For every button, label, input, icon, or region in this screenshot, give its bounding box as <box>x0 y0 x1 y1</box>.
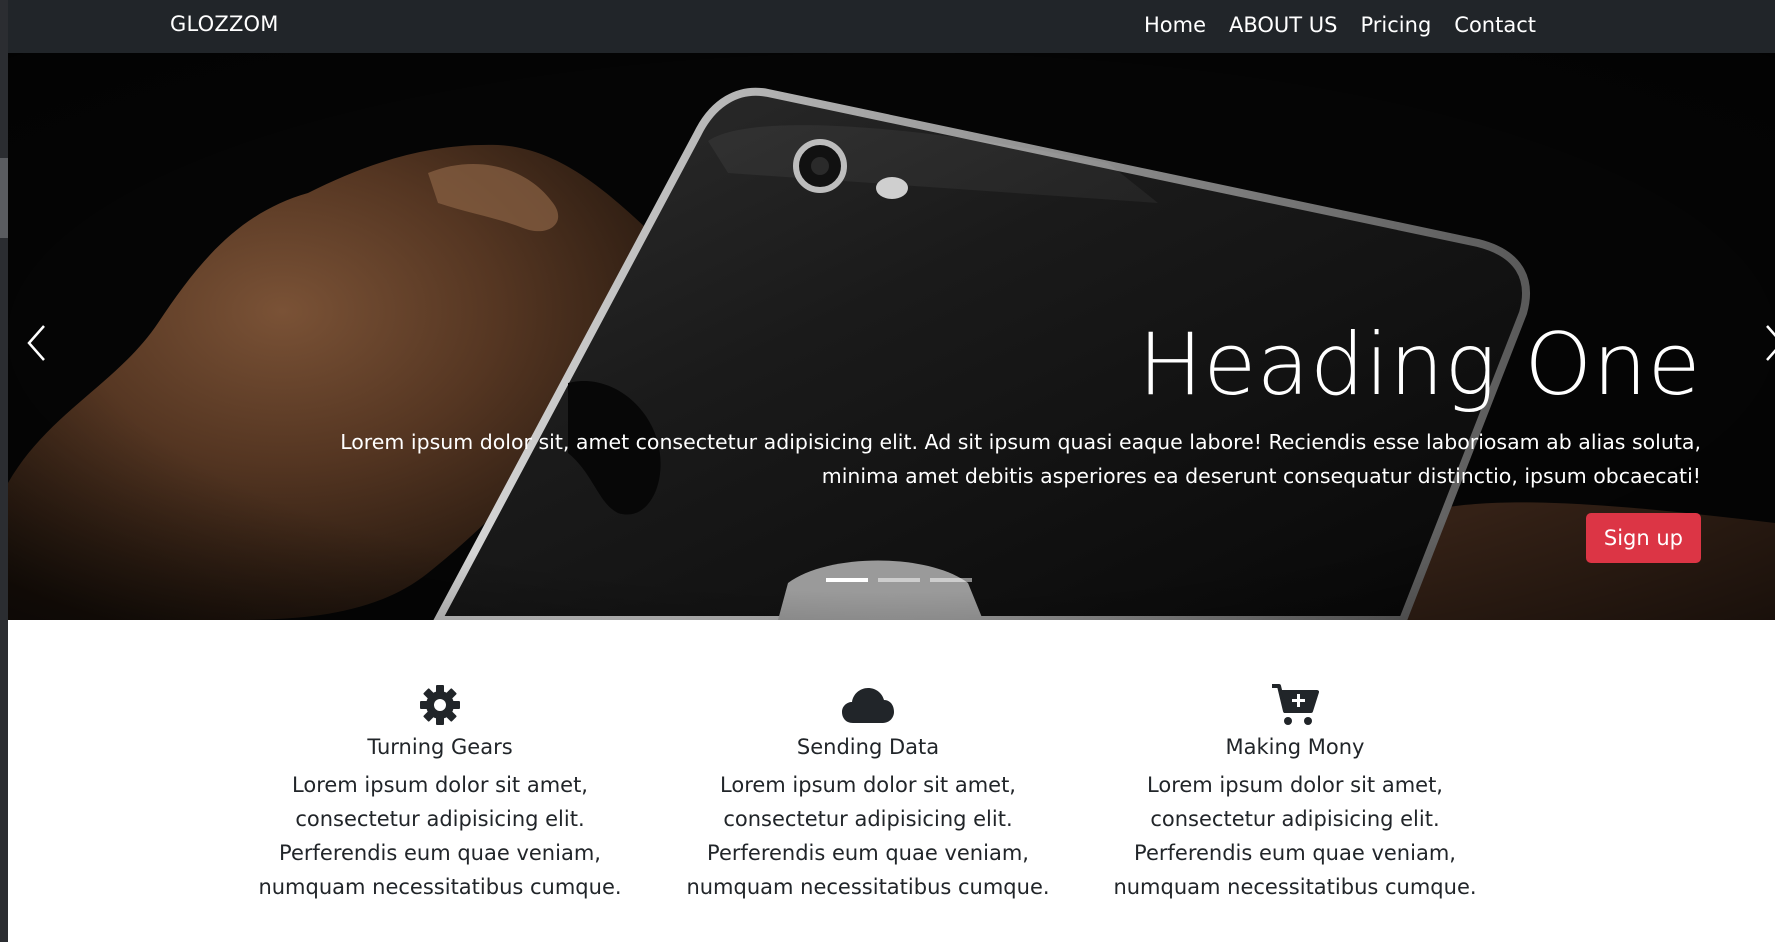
hero-heading: Heading One <box>1138 315 1701 415</box>
hero-text: Lorem ipsum dolor sit, amet consectetur … <box>340 430 1701 488</box>
carousel-next-button[interactable] <box>1755 313 1775 373</box>
carousel-indicator-1[interactable] <box>826 578 868 582</box>
nav-link-home[interactable]: Home <box>1144 11 1206 39</box>
page: GLOZZOM Home ABOUT US Pricing Contact He… <box>8 0 1775 942</box>
feature-text: Lorem ipsum dolor sit amet, consectetur … <box>258 773 622 899</box>
nav-links: Home ABOUT US Pricing Contact <box>1144 11 1536 39</box>
nav-link-about[interactable]: ABOUT US <box>1229 11 1338 39</box>
feature-text: Lorem ipsum dolor sit amet, consectetur … <box>1113 773 1477 899</box>
nav-link-contact[interactable]: Contact <box>1454 11 1536 39</box>
feature-card: Sending Data Lorem ipsum dolor sit amet,… <box>668 682 1068 904</box>
features-section: Turning Gears Lorem ipsum dolor sit amet… <box>8 620 1775 942</box>
feature-title: Turning Gears <box>367 735 513 759</box>
carousel-indicator-3[interactable] <box>930 578 972 582</box>
browser-edge <box>0 0 8 942</box>
feature-title: Sending Data <box>796 735 940 759</box>
navbar: GLOZZOM Home ABOUT US Pricing Contact <box>8 0 1775 53</box>
carousel-indicator-2[interactable] <box>878 578 920 582</box>
scrollbar-thumb[interactable] <box>0 158 8 238</box>
feature-card: Making Mony Lorem ipsum dolor sit amet, … <box>1095 682 1495 904</box>
gear-icon <box>240 682 640 728</box>
feature-title: Making Mony <box>1225 735 1365 759</box>
nav-link-pricing[interactable]: Pricing <box>1361 11 1432 39</box>
carousel-caption: Heading One Lorem ipsum dolor sit, amet … <box>301 315 1701 563</box>
carousel-prev-button[interactable] <box>16 313 56 373</box>
chevron-right-icon <box>1766 325 1775 361</box>
feature-text: Lorem ipsum dolor sit amet, consectetur … <box>686 773 1050 899</box>
feature-card: Turning Gears Lorem ipsum dolor sit amet… <box>240 682 640 904</box>
brand-logo[interactable]: GLOZZOM <box>170 12 279 36</box>
hero-carousel: Heading One Lorem ipsum dolor sit, amet … <box>8 53 1775 620</box>
cloud-icon <box>668 682 1068 728</box>
chevron-left-icon <box>27 325 45 361</box>
signup-button[interactable]: Sign up <box>1585 513 1701 563</box>
carousel-indicators <box>826 578 972 582</box>
cart-plus-icon <box>1095 682 1495 728</box>
